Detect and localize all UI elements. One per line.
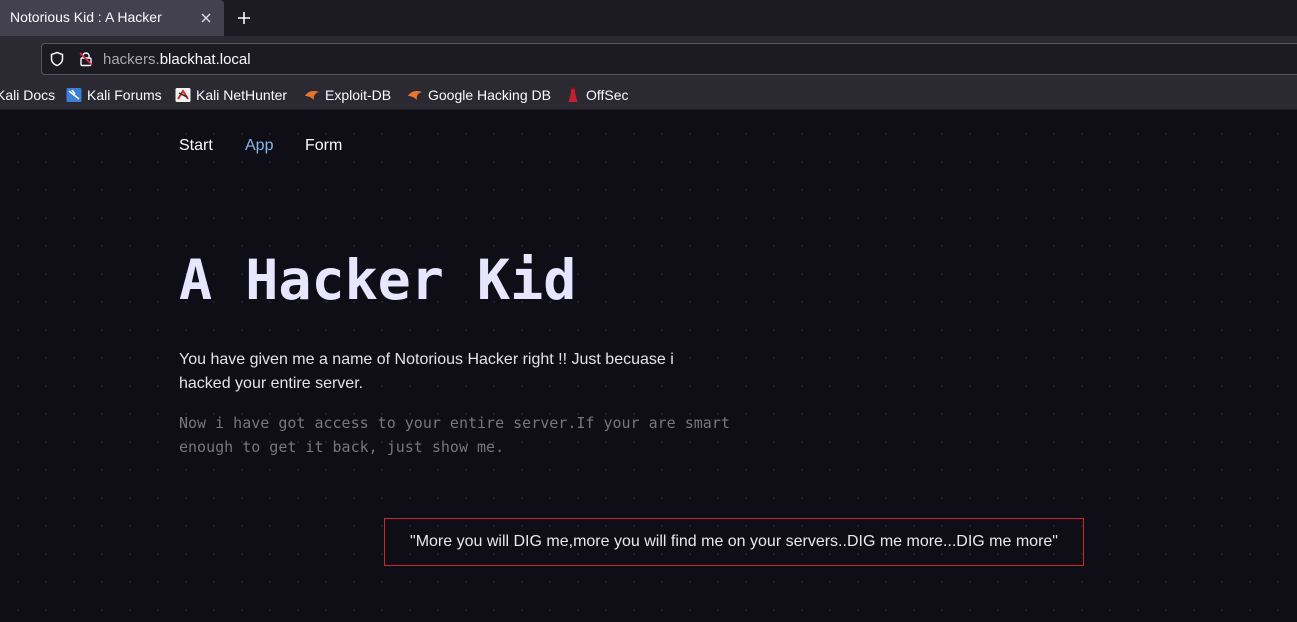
exploit-db-icon [305,91,319,100]
bookmark-label: OffSec [586,87,629,103]
bookmark-kali-forums[interactable]: Kali Forums [66,86,162,104]
offsec-icon [568,87,578,102]
dig-quote-text: "More you will DIG me,more you will find… [410,533,1058,550]
page-title: A Hacker Kid [179,248,577,312]
url-subdomain: hackers. [103,51,160,68]
bookmark-offsec[interactable]: OffSec [565,86,629,104]
bookmark-google-hacking-db[interactable]: Google Hacking DB [407,86,551,104]
bookmark-kali-nethunter[interactable]: Kali NetHunter [175,86,287,104]
url-text[interactable]: hackers.blackhat.local [103,51,251,68]
kali-nethunter-icon [175,88,191,102]
nav-link-app[interactable]: App [245,137,273,155]
bookmark-kali-docs[interactable]: Kali Docs [0,86,55,104]
bookmark-label: Kali NetHunter [196,87,288,103]
nav-link-start[interactable]: Start [179,137,213,155]
dig-quote-box: "More you will DIG me,more you will find… [384,518,1084,566]
shield-icon[interactable] [49,51,65,67]
new-tab-button[interactable] [232,6,256,30]
exploit-db-icon [408,91,422,100]
tab-title: Notorious Kid : A Hacker [10,9,162,25]
close-tab-icon[interactable] [196,8,216,28]
bookmark-label: Kali Docs [0,87,56,103]
insecure-lock-icon[interactable] [78,51,94,67]
url-domain: blackhat.local [159,51,251,68]
bookmark-exploit-db[interactable]: Exploit-DB [304,86,391,104]
intro-paragraph: You have given me a name of Notorious Ha… [179,351,674,392]
browser-tab[interactable]: Notorious Kid : A Hacker [0,0,224,36]
kali-forums-icon [66,88,82,102]
bookmark-label: Kali Forums [87,87,162,103]
mono-paragraph: Now i have got access to your entire ser… [179,414,730,456]
bookmark-label: Google Hacking DB [428,87,551,103]
bookmark-label: Exploit-DB [325,87,392,103]
nav-link-form[interactable]: Form [305,137,342,155]
